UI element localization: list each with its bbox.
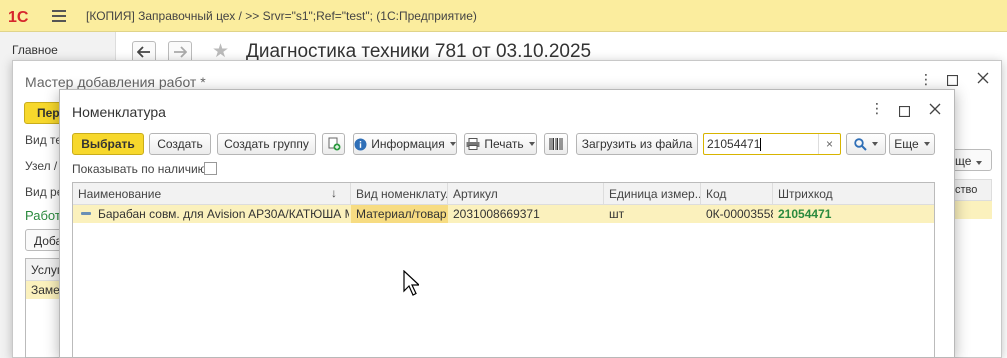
copy-add-icon: [328, 137, 340, 151]
cell-barcode: 21054471: [778, 207, 832, 221]
nomenclature-dialog: Номенклатура ⋮ Выбрать Создать Создать г…: [59, 89, 955, 358]
wizard-title: Мастер добавления работ *: [25, 74, 206, 90]
search-value: 21054471: [707, 137, 761, 151]
show-by-availability-label: Показывать по наличию:: [72, 162, 211, 176]
information-label: Информация: [371, 137, 445, 151]
print-button[interactable]: Печать: [464, 133, 537, 155]
column-code[interactable]: Код: [701, 183, 773, 205]
1c-logo-icon[interactable]: 1С: [8, 7, 42, 25]
more-label: Еще: [894, 137, 919, 151]
column-article[interactable]: Артикул: [448, 183, 604, 205]
nomenclature-table: Наименование ↓ Вид номенклату... Артикул…: [72, 182, 935, 358]
select-button[interactable]: Выбрать: [72, 133, 144, 155]
maximize-icon[interactable]: [946, 73, 959, 89]
app-title-bar: 1С [КОПИЯ] Заправочный цех / >> Srvr="s1…: [0, 0, 1007, 32]
dialog-more-actions-icon[interactable]: ⋮: [870, 100, 884, 117]
printer-icon: [466, 138, 480, 150]
section-main[interactable]: Главное: [12, 43, 58, 57]
wizard-label-repair: Вид ре: [25, 185, 64, 199]
menu-icon[interactable]: [52, 10, 66, 22]
search-button[interactable]: [846, 133, 886, 155]
search-input[interactable]: 21054471 ×: [703, 133, 841, 155]
barcode-search-button[interactable]: [544, 133, 568, 155]
copy-item-button[interactable]: [322, 133, 345, 155]
cell-name: Барабан совм. для Avision AP30A/КАТЮША М…: [98, 207, 349, 221]
app-title: [КОПИЯ] Заправочный цех / >> Srvr="s1";R…: [86, 9, 477, 23]
column-barcode[interactable]: Штрихкод: [773, 183, 934, 205]
more-button[interactable]: Еще: [889, 133, 935, 155]
wizard-label-unit: Узел /: [25, 159, 58, 173]
cell-type: Материал/товар: [351, 205, 448, 223]
dialog-close-icon[interactable]: [929, 102, 941, 118]
create-button[interactable]: Создать: [149, 133, 211, 155]
show-by-availability-checkbox[interactable]: [204, 162, 217, 175]
wizard-more-label: ще: [955, 154, 972, 168]
load-from-file-button[interactable]: Загрузить из файла: [576, 133, 698, 155]
more-actions-icon[interactable]: ⋮: [919, 71, 933, 88]
barcode-icon: [549, 138, 563, 150]
close-icon[interactable]: [977, 71, 989, 87]
info-icon: [354, 138, 367, 150]
cell-unit: шт: [609, 207, 625, 221]
item-marker-icon: [81, 212, 91, 215]
mouse-cursor-icon: [403, 270, 419, 296]
arrow-right-icon: [174, 46, 187, 58]
column-name[interactable]: Наименование ↓: [73, 183, 351, 205]
table-row[interactable]: Барабан совм. для Avision AP30A/КАТЮША М…: [73, 205, 934, 223]
column-type[interactable]: Вид номенклату...: [351, 183, 448, 205]
magnifier-icon: [854, 137, 867, 151]
arrow-left-icon: [137, 46, 150, 58]
clear-search-icon[interactable]: ×: [818, 134, 840, 154]
dialog-maximize-icon[interactable]: [898, 104, 911, 120]
wizard-primary-button[interactable]: Пере: [24, 102, 64, 124]
column-unit[interactable]: Единица измер...: [604, 183, 701, 205]
cell-article: 2031008669371: [453, 207, 540, 221]
cell-code: 0К-00003558: [706, 207, 773, 221]
create-group-button[interactable]: Создать группу: [217, 133, 316, 155]
sort-arrow-icon: ↓: [331, 186, 337, 200]
print-label: Печать: [484, 137, 524, 151]
column-name-label: Наименование: [78, 187, 162, 201]
information-button[interactable]: Информация: [353, 133, 457, 155]
svg-text:1С: 1С: [8, 9, 29, 25]
table-header: Наименование ↓ Вид номенклату... Артикул…: [73, 183, 934, 205]
wizard-section-works: Работ: [25, 208, 61, 223]
dialog-title: Номенклатура: [72, 104, 166, 120]
